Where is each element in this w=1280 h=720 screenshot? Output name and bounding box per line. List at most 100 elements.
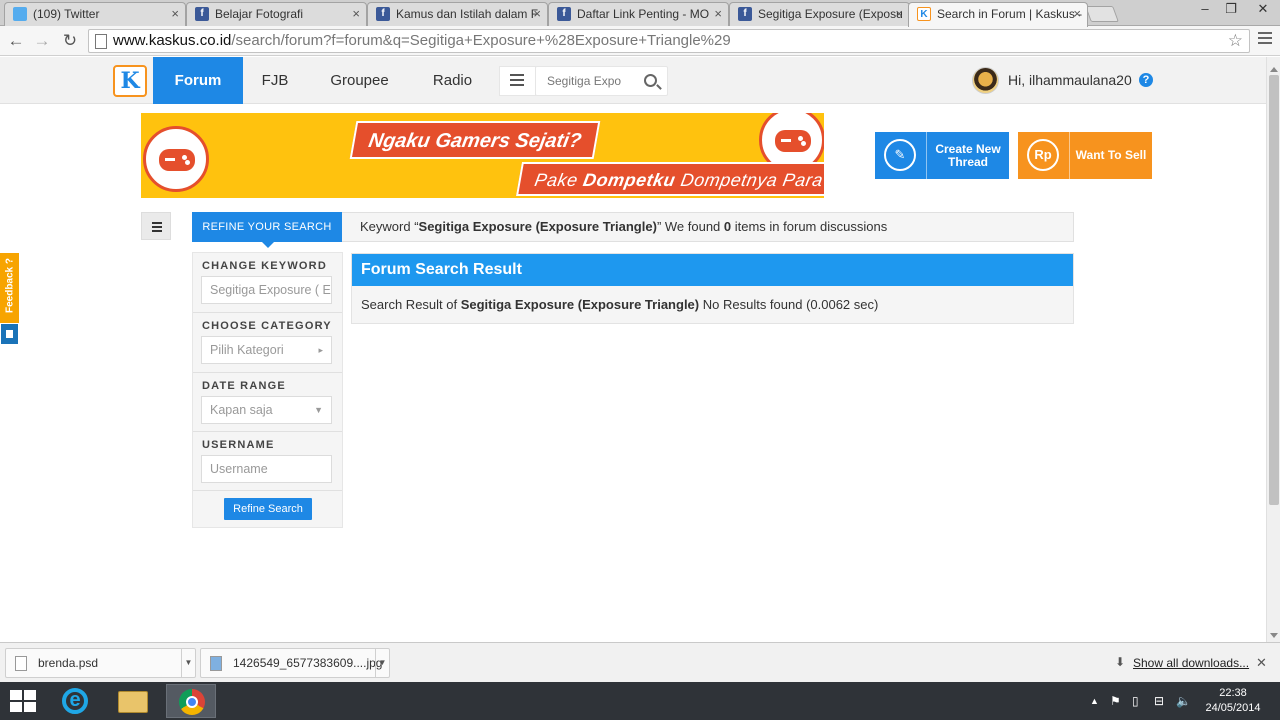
refine-search-tab[interactable]: REFINE YOUR SEARCH xyxy=(192,212,342,248)
search-summary: Keyword “Segitiga Exposure (Exposure Tri… xyxy=(342,212,1074,242)
tab-close-icon[interactable]: × xyxy=(352,3,360,25)
taskbar-chrome[interactable] xyxy=(166,684,216,718)
nav-fjb[interactable]: FJB xyxy=(250,57,300,104)
image-file-icon xyxy=(210,656,222,671)
ad-banner[interactable]: Ngaku Gamers Sejati? Pake Dompetku Dompe… xyxy=(141,113,824,198)
pencil-icon: ✎ xyxy=(884,139,916,171)
tray-expand-icon[interactable]: ▲ xyxy=(1090,682,1099,720)
banner-headline: Ngaku Gamers Sejati? xyxy=(349,121,601,159)
maximize-icon[interactable]: ❐ xyxy=(1218,0,1244,20)
tab-daftar-link[interactable]: f Daftar Link Penting - MO × xyxy=(548,2,729,26)
close-icon[interactable]: ✕ xyxy=(1256,643,1267,683)
header-search-value: Segitiga Expo xyxy=(547,74,622,88)
facebook-icon: f xyxy=(738,7,752,21)
tab-title: Kamus dan Istilah dalam F xyxy=(396,7,539,21)
facebook-icon: f xyxy=(557,7,571,21)
chevron-down-icon: ▼ xyxy=(314,405,323,415)
create-thread-label: Create New Thread xyxy=(935,141,1001,169)
tab-segitiga-exposure[interactable]: f Segitiga Exposure (Exposu × xyxy=(729,2,910,26)
twitter-icon xyxy=(13,7,27,21)
feedback-widget-icon[interactable] xyxy=(0,323,19,345)
chevron-right-icon: ▸ xyxy=(318,345,323,355)
tab-title: Search in Forum | Kaskus - xyxy=(937,7,1083,21)
internet-explorer-icon: e xyxy=(62,688,88,714)
tab-title: (109) Twitter xyxy=(33,7,100,21)
tab-belajar-fotografi[interactable]: f Belajar Fotografi × xyxy=(186,2,367,26)
nav-radio[interactable]: Radio xyxy=(425,57,480,104)
back-arrow-icon[interactable]: ← xyxy=(5,30,27,52)
forward-arrow-icon[interactable]: → xyxy=(31,30,53,52)
tab-title: Belajar Fotografi xyxy=(215,7,304,21)
nav-forum[interactable]: Forum xyxy=(153,57,243,104)
download-item[interactable]: brenda.psd ▼ xyxy=(5,648,196,678)
want-to-sell-button[interactable]: Rp Want To Sell xyxy=(1018,132,1152,179)
user-greeting[interactable]: Hi, ilhammaulana20 xyxy=(1008,57,1132,104)
download-item[interactable]: 1426549_6577383609....jpg ▼ xyxy=(200,648,390,678)
choose-category-label: CHOOSE CATEGORY xyxy=(202,320,332,332)
page-scrollbar[interactable] xyxy=(1266,57,1280,642)
download-arrow-icon: ⬇ xyxy=(1115,655,1126,669)
result-message: Search Result of Segitiga Exposure (Expo… xyxy=(361,297,879,312)
file-icon xyxy=(15,656,27,671)
username-label: USERNAME xyxy=(202,439,275,451)
address-bar[interactable]: www.kaskus.co.id/search/forum?f=forum&q=… xyxy=(88,29,1250,53)
browser-toolbar: ← → ↻ www.kaskus.co.id/search/forum?f=fo… xyxy=(0,26,1280,56)
banner-tagline: Pake Dompetku Dompetnya Para Gamers xyxy=(516,162,824,196)
windows-start-icon[interactable] xyxy=(10,690,36,712)
reload-icon[interactable]: ↻ xyxy=(59,30,81,52)
facebook-icon: f xyxy=(376,7,390,21)
taskbar-internet-explorer[interactable]: e xyxy=(50,684,100,718)
battery-icon[interactable]: ▯ xyxy=(1132,682,1139,720)
flag-icon[interactable]: ⚑ xyxy=(1110,682,1121,720)
chrome-icon xyxy=(179,689,205,715)
chevron-down-icon[interactable]: ▼ xyxy=(375,649,389,677)
tab-close-icon[interactable]: × xyxy=(895,3,903,25)
bookmark-star-icon[interactable]: ☆ xyxy=(1228,30,1243,52)
taskbar-file-explorer[interactable] xyxy=(108,684,158,718)
tab-close-icon[interactable]: × xyxy=(533,3,541,25)
scroll-up-icon[interactable] xyxy=(1270,67,1278,72)
result-title: Forum Search Result xyxy=(352,254,1073,286)
toggle-sidebar-button[interactable] xyxy=(141,212,171,240)
volume-icon[interactable]: 🔈 xyxy=(1176,682,1191,720)
browser-menu-icon[interactable] xyxy=(1258,32,1272,48)
tab-twitter[interactable]: (109) Twitter × xyxy=(4,2,186,26)
scroll-thumb[interactable] xyxy=(1269,75,1279,505)
tab-close-icon[interactable]: × xyxy=(171,3,179,25)
category-section: CHOOSE CATEGORY Pilih Kategori ▸ xyxy=(193,313,342,373)
create-new-thread-button[interactable]: ✎ Create New Thread xyxy=(875,132,1009,179)
date-range-select[interactable]: Kapan saja ▼ xyxy=(201,396,332,424)
chevron-down-icon[interactable]: ▼ xyxy=(181,649,195,677)
refine-sidebar: CHANGE KEYWORD Segitiga Exposure ( E CHO… xyxy=(192,252,343,528)
header-search-input[interactable]: Segitiga Expo xyxy=(535,66,668,96)
gamepad-icon xyxy=(143,126,209,192)
search-icon[interactable] xyxy=(644,74,657,87)
avatar[interactable] xyxy=(972,67,999,94)
downloads-bar: brenda.psd ▼ 1426549_6577383609....jpg ▼… xyxy=(0,642,1280,682)
refine-search-button[interactable]: Refine Search xyxy=(224,498,312,520)
tab-close-icon[interactable]: × xyxy=(1073,3,1081,25)
kaskus-logo[interactable]: K xyxy=(113,65,147,97)
feedback-tab[interactable]: Feedback ? xyxy=(0,253,19,323)
category-select[interactable]: Pilih Kategori ▸ xyxy=(201,336,332,364)
nav-groupee[interactable]: Groupee xyxy=(322,57,397,104)
new-tab-button[interactable] xyxy=(1085,6,1119,22)
help-icon[interactable]: ? xyxy=(1139,73,1153,87)
window-close-icon[interactable]: ✕ xyxy=(1248,0,1278,20)
tab-title: Segitiga Exposure (Exposu xyxy=(758,7,903,21)
network-icon[interactable]: ⊟ xyxy=(1154,682,1164,720)
system-clock[interactable]: 22:38 24/05/2014 xyxy=(1196,686,1270,716)
tab-search-kaskus[interactable]: K Search in Forum | Kaskus - × xyxy=(908,2,1088,27)
tab-close-icon[interactable]: × xyxy=(714,3,722,25)
minimize-icon[interactable]: – xyxy=(1192,0,1218,20)
site-header: K Forum FJB Groupee Radio Segitiga Expo … xyxy=(0,57,1266,104)
tab-kamus-istilah[interactable]: f Kamus dan Istilah dalam F × xyxy=(367,2,548,26)
username-input[interactable]: Username xyxy=(201,455,332,483)
tab-title: Daftar Link Penting - MO xyxy=(577,7,710,21)
username-section: USERNAME Username xyxy=(193,432,342,491)
date-range-section: DATE RANGE Kapan saja ▼ xyxy=(193,373,342,432)
keyword-input[interactable]: Segitiga Exposure ( E xyxy=(201,276,332,304)
change-keyword-section: CHANGE KEYWORD Segitiga Exposure ( E xyxy=(193,253,342,313)
scroll-down-icon[interactable] xyxy=(1270,633,1278,638)
show-all-downloads-link[interactable]: Show all downloads... xyxy=(1133,643,1249,683)
